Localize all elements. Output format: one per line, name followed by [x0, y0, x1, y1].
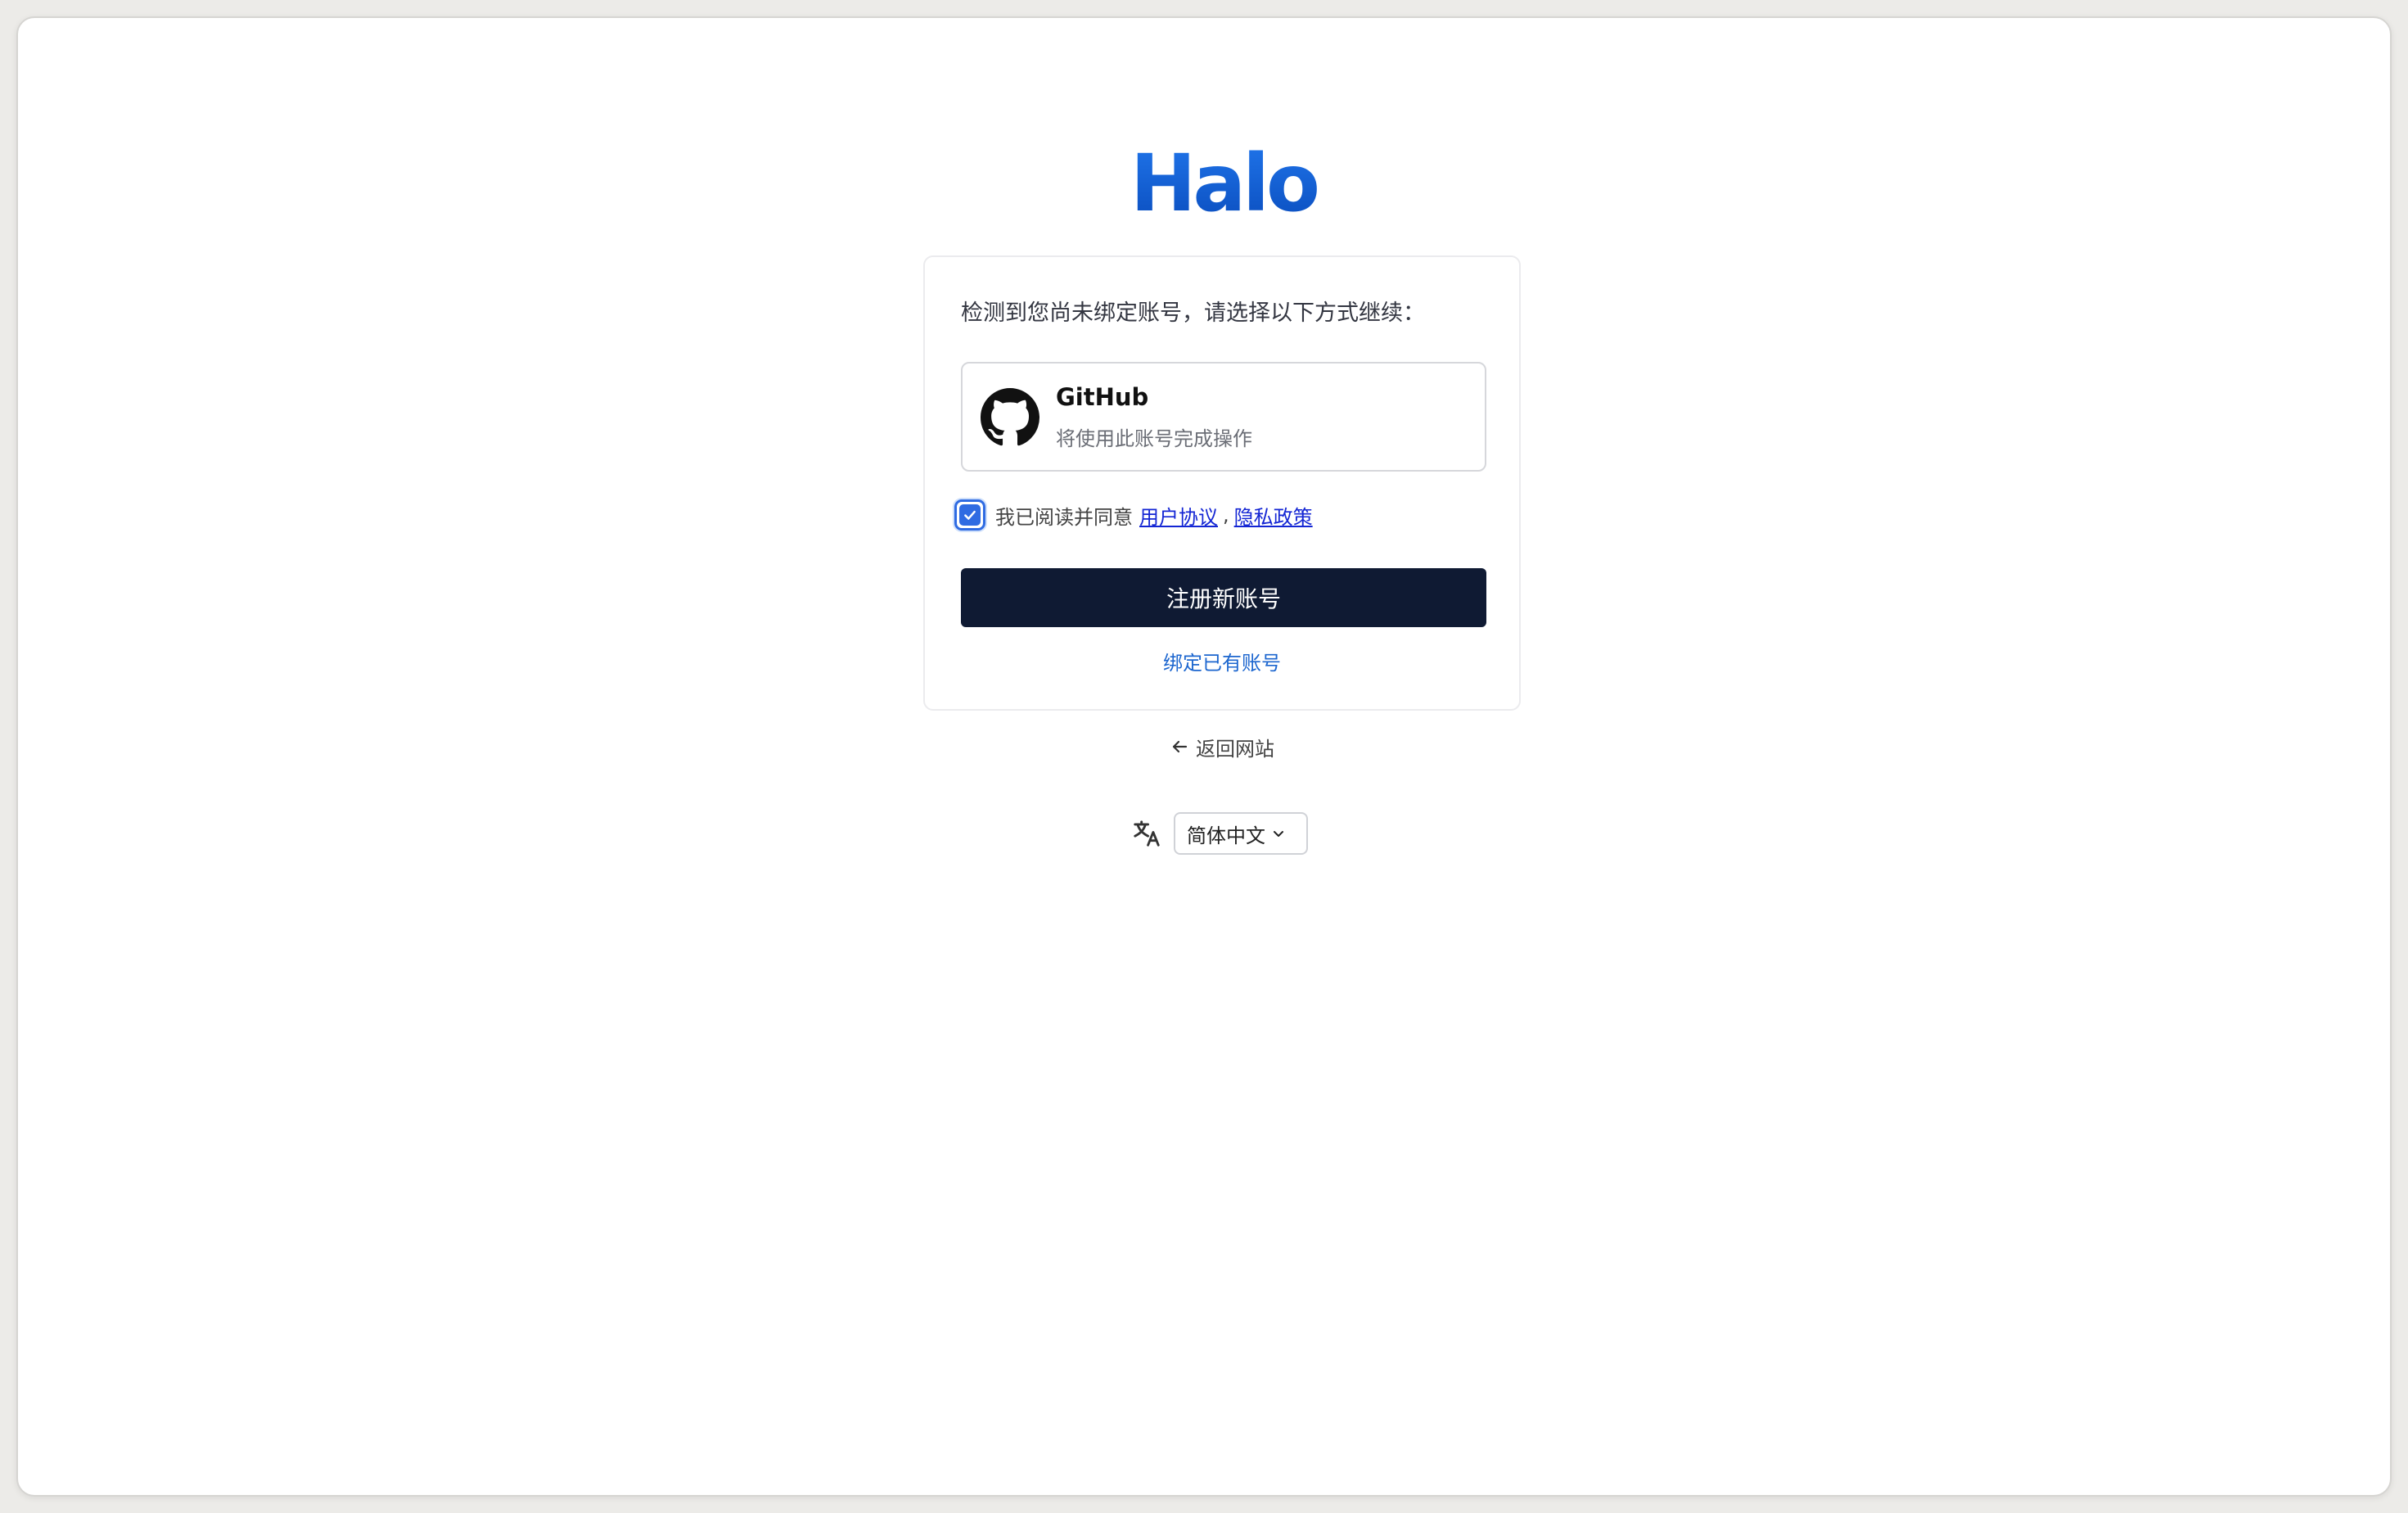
- checkbox-checked-indicator: [959, 504, 981, 526]
- register-button[interactable]: 注册新账号: [961, 568, 1486, 627]
- language-select[interactable]: 简体中文: [1174, 812, 1308, 855]
- provider-name: GitHub: [1056, 383, 1149, 411]
- github-provider-option[interactable]: GitHub 将使用此账号完成操作: [961, 362, 1486, 472]
- card-title: 检测到您尚未绑定账号，请选择以下方式继续：: [961, 300, 1425, 326]
- chevron-down-icon: [1274, 831, 1283, 837]
- logo-text: Halo: [1130, 138, 1320, 229]
- arrow-left-icon: [1172, 740, 1188, 753]
- terms-link[interactable]: 用户协议: [1139, 501, 1218, 530]
- github-icon: [981, 388, 1039, 446]
- bind-existing-account-link[interactable]: 绑定已有账号: [925, 647, 1519, 675]
- browser-window: Halo 检测到您尚未绑定账号，请选择以下方式继续： GitHub 将使用此账号…: [16, 16, 2392, 1497]
- provider-description: 将使用此账号完成操作: [1056, 427, 1252, 450]
- back-link-label: 返回网站: [1196, 737, 1274, 761]
- privacy-link[interactable]: 隐私政策: [1234, 501, 1313, 530]
- back-to-site-link[interactable]: 返回网站: [1164, 730, 1280, 763]
- agreement-text: 我已阅读并同意: [995, 505, 1133, 529]
- bind-account-card: 检测到您尚未绑定账号，请选择以下方式继续： GitHub 将使用此账号完成操作 …: [923, 255, 1521, 711]
- agreement-separator: ,: [1223, 504, 1229, 526]
- agreement-row: 我已阅读并同意 用户协议 , 隐私政策: [954, 498, 1313, 532]
- agreement-checkbox[interactable]: [954, 499, 985, 531]
- translate-icon: [1134, 820, 1160, 847]
- language-selected-label: 简体中文: [1187, 824, 1265, 847]
- check-icon: [964, 510, 976, 520]
- language-switcher: 简体中文: [1131, 812, 1308, 855]
- halo-logo: Halo: [1130, 141, 1320, 223]
